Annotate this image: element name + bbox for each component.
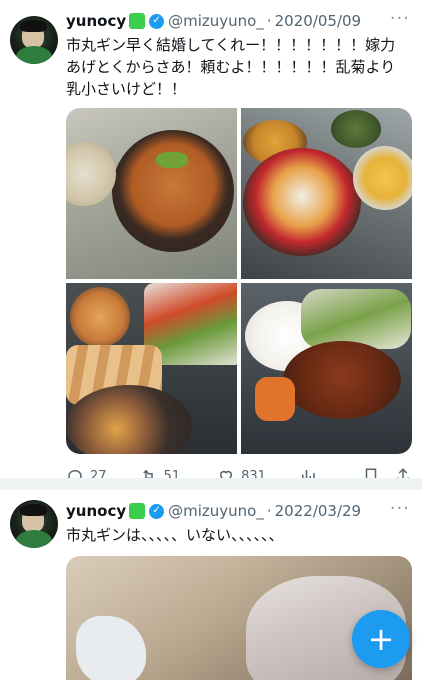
avatar[interactable] — [10, 500, 58, 548]
compose-icon: + — [367, 620, 395, 658]
more-icon[interactable]: ··· — [390, 498, 410, 519]
compose-button[interactable]: + — [352, 610, 410, 668]
verified-badge-icon: ✓ — [149, 503, 165, 519]
display-name[interactable]: yunocy — [66, 12, 126, 30]
verified-badge-icon: ✓ — [149, 13, 165, 29]
tweet-header: yunocy ✓ @mizuyuno_ · 2020/05/09 — [66, 8, 412, 34]
separator-dot: · — [266, 502, 272, 520]
tweet-header: yunocy ✓ @mizuyuno_ · 2022/03/29 — [66, 498, 412, 524]
green-heart-icon — [129, 13, 146, 29]
tweet-text: 市丸ギンは、、、、、いない、、、、、、 — [66, 526, 284, 544]
food-photo[interactable] — [66, 283, 237, 454]
green-heart-icon — [129, 503, 146, 519]
tweet-media-grid[interactable] — [66, 108, 412, 454]
food-photo[interactable] — [241, 108, 412, 279]
tweet-text: 市丸ギン早く結婚してくれー！！！！！！！嫁力あげとくからさあ！頼むよ！！！！！！… — [66, 36, 396, 98]
avatar[interactable] — [10, 16, 58, 64]
user-handle[interactable]: @mizuyuno_ — [168, 12, 264, 30]
tweet[interactable]: ··· yunocy ✓ @mizuyuno_ · 2020/05/09 市丸ギ… — [0, 0, 422, 488]
food-photo[interactable] — [66, 108, 237, 279]
separator-dot: · — [266, 12, 272, 30]
user-handle[interactable]: @mizuyuno_ — [168, 502, 264, 520]
food-photo[interactable] — [241, 283, 412, 454]
more-icon[interactable]: ··· — [390, 8, 410, 29]
display-name[interactable]: yunocy — [66, 502, 126, 520]
tweet-date[interactable]: 2022/03/29 — [275, 502, 361, 520]
tweet-date[interactable]: 2020/05/09 — [275, 12, 361, 30]
